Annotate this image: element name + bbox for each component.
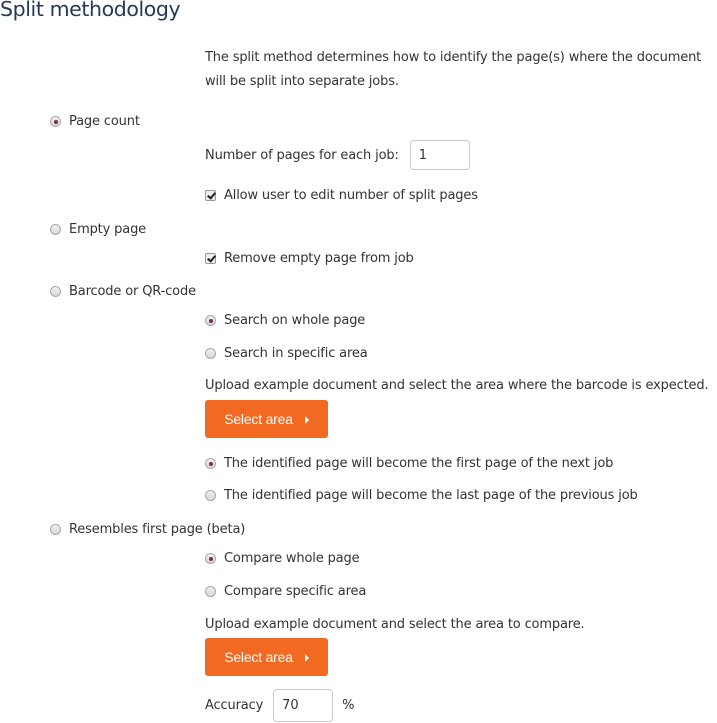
radio-icon[interactable] bbox=[50, 286, 61, 297]
accuracy-input[interactable] bbox=[273, 689, 334, 722]
accuracy-label: Accuracy bbox=[205, 698, 264, 713]
radio-icon[interactable] bbox=[205, 586, 216, 597]
page-title: Split methodology bbox=[0, 0, 181, 21]
method-empty-page-label: Empty page bbox=[69, 222, 147, 237]
first-page-next-job-label: The identified page will become the firs… bbox=[224, 456, 614, 471]
last-page-previous-job-radio[interactable]: The identified page will become the last… bbox=[205, 488, 638, 503]
caret-right-icon bbox=[304, 416, 309, 424]
first-page-next-job-radio[interactable]: The identified page will become the firs… bbox=[205, 456, 613, 471]
compare-specific-area-radio[interactable]: Compare specific area bbox=[205, 584, 366, 599]
radio-icon[interactable] bbox=[205, 553, 216, 564]
checkbox-icon[interactable] bbox=[205, 190, 216, 201]
remove-empty-checkbox[interactable]: Remove empty page from job bbox=[205, 251, 414, 266]
search-specific-area-radio[interactable]: Search in specific area bbox=[205, 346, 368, 361]
radio-icon[interactable] bbox=[205, 490, 216, 501]
checkbox-icon[interactable] bbox=[205, 253, 216, 264]
pages-per-job-label: Number of pages for each job: bbox=[205, 147, 399, 163]
allow-edit-checkbox[interactable]: Allow user to edit number of split pages bbox=[205, 188, 478, 203]
search-whole-page-radio[interactable]: Search on whole page bbox=[205, 313, 365, 328]
method-resembles-label: Resembles first page (beta) bbox=[69, 522, 246, 537]
radio-icon[interactable] bbox=[50, 524, 61, 535]
barcode-select-area-button[interactable]: Select area bbox=[205, 400, 328, 438]
method-resembles-radio[interactable]: Resembles first page (beta) bbox=[50, 522, 245, 537]
resembles-upload-hint: Upload example document and select the a… bbox=[205, 617, 585, 632]
caret-right-icon bbox=[304, 654, 309, 662]
radio-icon[interactable] bbox=[205, 458, 216, 469]
pages-per-job-row: Number of pages for each job: bbox=[205, 140, 470, 170]
remove-empty-label: Remove empty page from job bbox=[224, 251, 414, 266]
radio-icon[interactable] bbox=[50, 116, 61, 127]
method-barcode-label: Barcode or QR-code bbox=[69, 284, 196, 299]
pages-per-job-input[interactable] bbox=[409, 140, 470, 170]
method-empty-page-radio[interactable]: Empty page bbox=[50, 222, 146, 237]
last-page-previous-job-label: The identified page will become the last… bbox=[224, 488, 638, 503]
radio-icon[interactable] bbox=[50, 224, 61, 235]
search-specific-area-label: Search in specific area bbox=[224, 346, 368, 361]
method-barcode-radio[interactable]: Barcode or QR-code bbox=[50, 284, 196, 299]
allow-edit-label: Allow user to edit number of split pages bbox=[224, 188, 478, 203]
barcode-upload-hint: Upload example document and select the a… bbox=[205, 378, 709, 393]
resembles-select-area-button[interactable]: Select area bbox=[205, 638, 328, 676]
search-whole-page-label: Search on whole page bbox=[224, 313, 366, 328]
method-page-count-radio[interactable]: Page count bbox=[50, 114, 140, 129]
compare-whole-page-label: Compare whole page bbox=[224, 551, 360, 566]
select-area-label: Select area bbox=[224, 411, 293, 427]
radio-icon[interactable] bbox=[205, 348, 216, 359]
select-area-label: Select area bbox=[224, 649, 293, 665]
method-page-count-label: Page count bbox=[69, 114, 140, 129]
accuracy-row: Accuracy % bbox=[205, 689, 355, 722]
radio-icon[interactable] bbox=[205, 315, 216, 326]
description: The split method determines how to ident… bbox=[205, 50, 702, 89]
compare-whole-page-radio[interactable]: Compare whole page bbox=[205, 551, 360, 566]
compare-specific-area-label: Compare specific area bbox=[224, 584, 367, 599]
accuracy-unit: % bbox=[342, 698, 355, 713]
